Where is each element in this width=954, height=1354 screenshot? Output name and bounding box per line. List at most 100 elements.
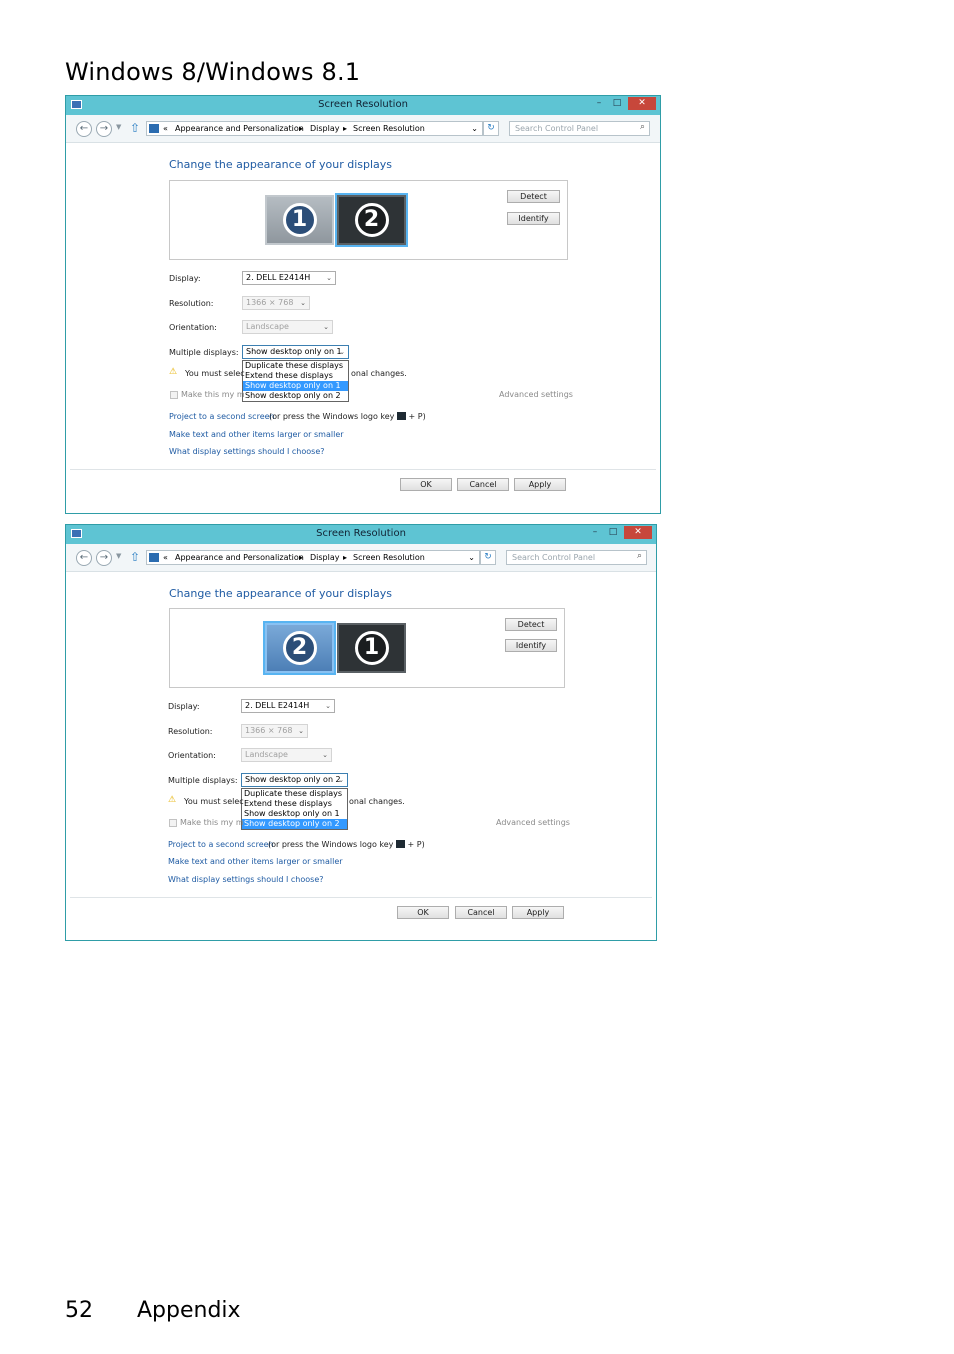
search-input[interactable]: Search Control Panel [509, 121, 650, 136]
dropdown-option-only-1[interactable]: Show desktop only on 1 [243, 381, 348, 391]
close-button[interactable]: ✕ [624, 526, 652, 539]
up-arrow-icon[interactable]: ⇧ [130, 121, 140, 135]
breadcrumb-item-appearance[interactable]: Appearance and Personalization [175, 122, 304, 135]
ok-button[interactable]: OK [400, 478, 452, 491]
dropdown-option-only-2[interactable]: Show desktop only on 2 [242, 819, 347, 829]
breadcrumb-overflow[interactable]: « [163, 122, 168, 135]
dropdown-option-duplicate[interactable]: Duplicate these displays [242, 789, 347, 799]
up-arrow-icon[interactable]: ⇧ [130, 550, 140, 564]
refresh-icon[interactable]: ↻ [483, 121, 499, 136]
dropdown-option-extend[interactable]: Extend these displays [242, 799, 347, 809]
monitor-2[interactable]: 2 [335, 193, 408, 247]
breadcrumb-item-screen-resolution[interactable]: Screen Resolution [353, 551, 425, 564]
maximize-button[interactable]: □ [604, 526, 622, 539]
back-arrow-icon[interactable]: ← [76, 550, 92, 566]
search-icon[interactable]: ⌕ [640, 121, 645, 134]
title-bar[interactable]: Screen Resolution – □ ✕ [66, 525, 656, 544]
monitor-1[interactable]: 1 [337, 623, 406, 673]
breadcrumb-item-appearance[interactable]: Appearance and Personalization [175, 551, 304, 564]
recent-pages-chevron-icon[interactable]: ▼ [116, 123, 121, 131]
resolution-select[interactable]: 1366 × 768 ⌄ [241, 724, 308, 738]
display-select[interactable]: 2. DELL E2414H ⌄ [241, 699, 335, 713]
detect-button[interactable]: Detect [505, 618, 557, 631]
forward-arrow-icon[interactable]: → [96, 550, 112, 566]
display-preview: 2 1 Detect Identify [169, 608, 565, 688]
detect-button[interactable]: Detect [507, 190, 560, 203]
breadcrumb-separator-icon: ▸ [343, 124, 348, 133]
display-label: Display: [168, 702, 200, 711]
cancel-button[interactable]: Cancel [455, 906, 507, 919]
project-hint-text: (or press the Windows logo key + P) [268, 840, 425, 849]
orientation-select[interactable]: Landscape ⌄ [241, 748, 332, 762]
cancel-button[interactable]: Cancel [457, 478, 509, 491]
ok-button[interactable]: OK [397, 906, 449, 919]
text-size-link[interactable]: Make text and other items larger or smal… [169, 430, 344, 439]
dropdown-option-duplicate[interactable]: Duplicate these displays [243, 361, 348, 371]
minimize-button[interactable]: – [586, 526, 604, 539]
resolution-select-value: 1366 × 768 [245, 726, 293, 735]
search-input[interactable]: Search Control Panel [506, 550, 647, 565]
resolution-select-value: 1366 × 768 [246, 298, 294, 307]
resolution-select[interactable]: 1366 × 768 ⌄ [242, 296, 310, 310]
window-title: Screen Resolution [318, 99, 408, 110]
screen-resolution-window-2: Screen Resolution – □ ✕ ← → ▼ ⇧ « Appear… [65, 524, 657, 941]
orientation-select-value: Landscape [245, 750, 288, 759]
display-select[interactable]: 2. DELL E2414H ⌄ [242, 271, 336, 285]
display-select-value: 2. DELL E2414H [245, 701, 310, 710]
multiple-displays-select[interactable]: Show desktop only on 2 ⌄ [241, 773, 348, 787]
breadcrumb[interactable]: « Appearance and Personalization ▸ Displ… [146, 550, 480, 565]
monitor-number: 1 [282, 203, 317, 237]
recent-pages-chevron-icon[interactable]: ▼ [116, 552, 121, 560]
dropdown-option-extend[interactable]: Extend these displays [243, 371, 348, 381]
back-arrow-icon[interactable]: ← [76, 121, 92, 137]
display-settings-help-link[interactable]: What display settings should I choose? [169, 447, 325, 456]
text-size-link[interactable]: Make text and other items larger or smal… [168, 857, 343, 866]
close-button[interactable]: ✕ [628, 97, 656, 110]
maximize-button[interactable]: □ [608, 97, 626, 110]
chevron-down-icon: ⌄ [326, 274, 332, 282]
breadcrumb-item-display[interactable]: Display [310, 122, 340, 135]
apply-button[interactable]: Apply [514, 478, 566, 491]
advanced-settings-link[interactable]: Advanced settings [496, 818, 570, 827]
multiple-displays-value: Show desktop only on 1 [246, 347, 342, 356]
project-second-screen-link[interactable]: Project to a second screen [169, 412, 275, 421]
forward-arrow-icon[interactable]: → [96, 121, 112, 137]
identify-button[interactable]: Identify [505, 639, 557, 652]
orientation-label: Orientation: [168, 751, 216, 760]
dropdown-option-only-2[interactable]: Show desktop only on 2 [243, 391, 348, 401]
advanced-settings-link[interactable]: Advanced settings [499, 390, 573, 399]
main-display-checkbox[interactable] [170, 391, 178, 399]
title-bar[interactable]: Screen Resolution – □ ✕ [66, 96, 660, 115]
chevron-down-icon[interactable]: ⌄ [468, 551, 475, 564]
divider [70, 469, 656, 470]
breadcrumb-separator-icon: ▸ [343, 553, 348, 562]
project-second-screen-link[interactable]: Project to a second screen [168, 840, 274, 849]
page-number: 52 [65, 1298, 93, 1323]
orientation-select-value: Landscape [246, 322, 289, 331]
display-label: Display: [169, 274, 201, 283]
breadcrumb-overflow[interactable]: « [163, 551, 168, 564]
warning-icon: ⚠ [169, 367, 178, 377]
breadcrumb[interactable]: « Appearance and Personalization ▸ Displ… [146, 121, 483, 136]
minimize-button[interactable]: – [590, 97, 608, 110]
apply-button[interactable]: Apply [512, 906, 564, 919]
multiple-displays-select[interactable]: Show desktop only on 1 ⌄ [242, 345, 349, 359]
refresh-icon[interactable]: ↻ [480, 550, 496, 565]
breadcrumb-item-screen-resolution[interactable]: Screen Resolution [353, 122, 425, 135]
display-settings-help-link[interactable]: What display settings should I choose? [168, 875, 324, 884]
dropdown-option-only-1[interactable]: Show desktop only on 1 [242, 809, 347, 819]
search-icon[interactable]: ⌕ [637, 550, 642, 563]
project-hint-start: (or press the Windows logo key [269, 412, 395, 421]
breadcrumb-item-display[interactable]: Display [310, 551, 340, 564]
warning-icon: ⚠ [168, 795, 177, 805]
display-preview: 1 2 Detect Identify [169, 180, 568, 260]
multiple-displays-value: Show desktop only on 2 [245, 775, 341, 784]
orientation-select[interactable]: Landscape ⌄ [242, 320, 333, 334]
main-display-checkbox[interactable] [169, 819, 177, 827]
monitor-1[interactable]: 1 [265, 195, 334, 245]
chevron-down-icon[interactable]: ⌄ [471, 122, 478, 135]
monitor-2[interactable]: 2 [263, 621, 336, 675]
project-hint-start: (or press the Windows logo key [268, 840, 394, 849]
chevron-down-icon: ⌄ [339, 348, 345, 356]
identify-button[interactable]: Identify [507, 212, 560, 225]
